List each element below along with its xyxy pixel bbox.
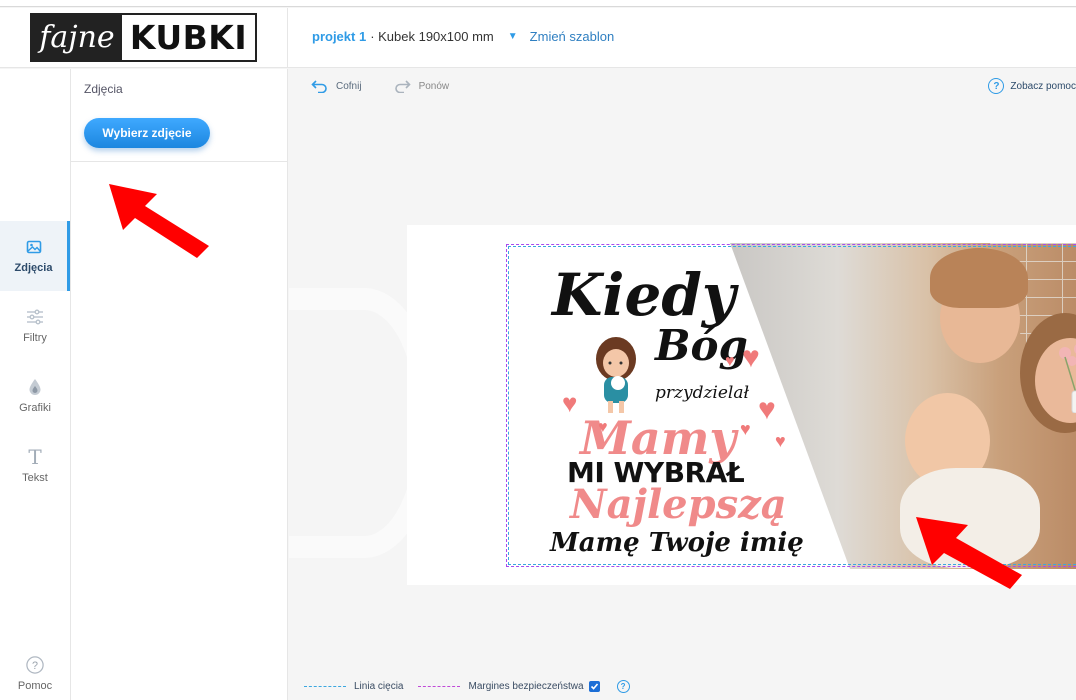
rail-item-label: Grafiki bbox=[19, 402, 51, 414]
question-icon: ? bbox=[26, 656, 44, 674]
see-help-link[interactable]: ? Zobacz pomoc bbox=[988, 78, 1076, 94]
top-strip bbox=[0, 0, 1076, 7]
rail-item-help[interactable]: ? Pomoc bbox=[0, 649, 70, 699]
caret-down-icon[interactable]: ▼ bbox=[508, 31, 518, 42]
redo-button[interactable]: Ponów bbox=[394, 79, 450, 93]
help-label: Zobacz pomoc bbox=[1010, 80, 1076, 92]
undo-label: Cofnij bbox=[336, 80, 362, 92]
safety-margin-swatch bbox=[418, 686, 461, 687]
brand-logo[interactable]: fajne KUBKI bbox=[30, 13, 257, 62]
drop-icon bbox=[26, 378, 44, 396]
panel-title: Zdjęcia bbox=[84, 82, 123, 96]
safety-margin-checkbox[interactable] bbox=[588, 681, 600, 692]
redo-label: Ponów bbox=[418, 80, 450, 92]
safety-margin-label: Margines bezpieczeństwa bbox=[468, 681, 584, 692]
rail-item-filters[interactable]: Filtry bbox=[0, 291, 70, 361]
undo-icon bbox=[311, 79, 327, 93]
rail-item-label: Tekst bbox=[22, 472, 48, 484]
header: fajne KUBKI projekt 1 · Kubek 190x100 mm… bbox=[0, 8, 1076, 68]
legend-safety-margin: Margines bezpieczeństwa ? bbox=[418, 680, 630, 693]
red-arrow-icon bbox=[916, 517, 1022, 589]
change-template-link[interactable]: Zmień szablon bbox=[530, 29, 615, 44]
red-arrow-icon bbox=[109, 184, 209, 258]
rail-item-photos[interactable]: Zdjęcia bbox=[0, 221, 70, 291]
product-name: · Kubek 190x100 mm bbox=[370, 29, 494, 44]
rail-item-graphics[interactable]: Grafiki bbox=[0, 361, 70, 431]
logo-left: fajne bbox=[32, 15, 122, 60]
logo-cell: fajne KUBKI bbox=[0, 8, 288, 68]
logo-right: KUBKI bbox=[122, 15, 255, 60]
divider bbox=[71, 161, 287, 162]
cut-line-label: Linia cięcia bbox=[354, 681, 404, 692]
editor-toolbar: Cofnij Ponów ? Zobacz pomoc bbox=[289, 69, 1076, 103]
legend-help-icon[interactable]: ? bbox=[616, 680, 630, 693]
check-icon bbox=[590, 683, 598, 690]
guides-legend: Linia cięcia Margines bezpieczeństwa ? bbox=[289, 673, 1076, 700]
rail-item-text[interactable]: T Tekst bbox=[0, 431, 70, 501]
rail-item-label: Filtry bbox=[23, 332, 47, 344]
cut-line-swatch bbox=[304, 686, 346, 687]
image-icon bbox=[25, 238, 43, 256]
choose-photo-button[interactable]: Wybierz zdjęcie bbox=[84, 118, 210, 148]
undo-button[interactable]: Cofnij bbox=[311, 79, 362, 93]
project-name[interactable]: projekt 1 bbox=[312, 29, 366, 44]
legend-cut-line: Linia cięcia bbox=[304, 681, 403, 692]
text-icon: T bbox=[28, 445, 42, 469]
rail-item-label: Pomoc bbox=[17, 680, 53, 692]
svg-text:?: ? bbox=[32, 660, 38, 672]
rail-item-label: Zdjęcia bbox=[14, 262, 53, 274]
redo-icon bbox=[394, 79, 411, 93]
tool-rail: Zdjęcia Filtry Grafiki T Tekst ? Pomoc bbox=[0, 69, 71, 700]
photos-panel: Zdjęcia Wybierz zdjęcie bbox=[71, 69, 288, 700]
sliders-icon bbox=[26, 308, 44, 326]
help-icon: ? bbox=[988, 78, 1005, 94]
project-info: projekt 1 · Kubek 190x100 mm ▼ Zmień sza… bbox=[312, 29, 614, 44]
